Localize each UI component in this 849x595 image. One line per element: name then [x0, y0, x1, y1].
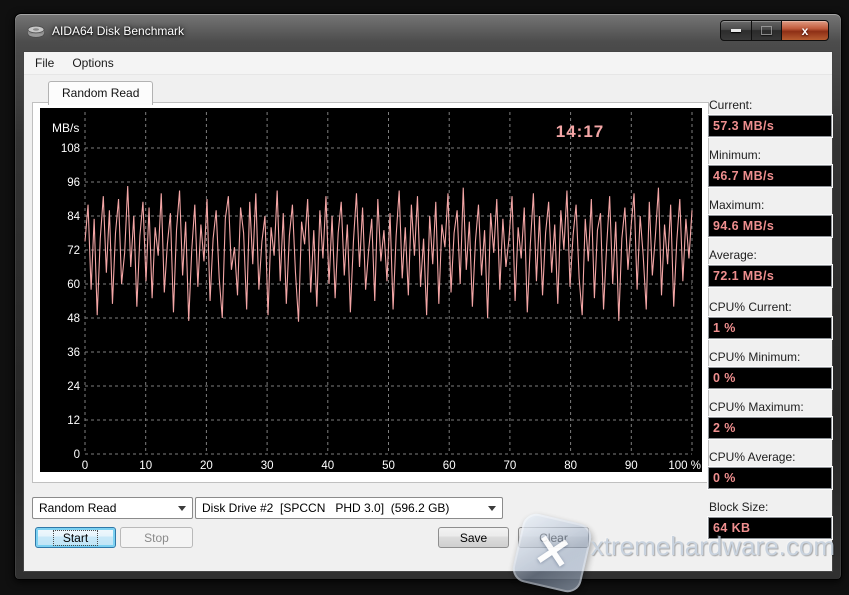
svg-text:MB/s: MB/s [52, 121, 79, 135]
svg-text:80: 80 [564, 460, 577, 472]
stat-label: CPU% Average: [709, 450, 832, 464]
desktop-background: AIDA64 Disk Benchmark x File Options Ran… [0, 0, 849, 592]
stat-value-box: 1 % [708, 317, 832, 339]
stat-row: CPU% Maximum: 2 % [708, 400, 832, 439]
svg-text:90: 90 [625, 460, 638, 472]
svg-text:14:17: 14:17 [556, 122, 604, 141]
close-button[interactable]: x [781, 20, 829, 41]
title-group: AIDA64 Disk Benchmark [27, 24, 184, 38]
clear-button[interactable]: Clear [518, 527, 589, 548]
stat-row: Block Size: 64 KB [708, 500, 832, 539]
svg-text:36: 36 [67, 347, 80, 359]
stat-value-box: 2 % [708, 417, 832, 439]
svg-text:10: 10 [139, 460, 152, 472]
stat-label: Block Size: [709, 500, 832, 514]
window-title: AIDA64 Disk Benchmark [52, 24, 184, 38]
chevron-down-icon [488, 506, 496, 511]
stat-row: CPU% Minimum: 0 % [708, 350, 832, 389]
stats-panel: Current: 57.3 MB/s Minimum: 46.7 MB/s Maximu… [708, 98, 832, 550]
stat-value: 64 KB [709, 521, 750, 535]
svg-text:100 %: 100 % [668, 460, 701, 472]
stat-value-box: 0 % [708, 367, 832, 389]
stat-value: 57.3 MB/s [709, 119, 774, 133]
start-button-label: Start [53, 530, 98, 546]
stat-value-box: 0 % [708, 467, 832, 489]
svg-text:108: 108 [61, 143, 80, 155]
tab-strip: Random Read [48, 81, 153, 103]
benchmark-type-select[interactable]: Random Read [32, 497, 193, 519]
stat-value: 72.1 MB/s [709, 269, 774, 283]
close-icon: x [802, 25, 809, 37]
maximize-button[interactable] [751, 20, 782, 41]
stat-value: 94.6 MB/s [709, 219, 774, 233]
stop-button-label: Stop [144, 531, 169, 545]
stat-row: CPU% Current: 1 % [708, 300, 832, 339]
stat-row: CPU% Average: 0 % [708, 450, 832, 489]
stat-value-box: 46.7 MB/s [708, 165, 832, 187]
stat-label: Average: [709, 248, 832, 262]
stat-row: Maximum: 94.6 MB/s [708, 198, 832, 237]
save-button[interactable]: Save [438, 527, 509, 548]
benchmark-chart-panel: 0 12 24 36 48 60 72 84 96 108 0 10 20 30 40 50 60 70 80 90 1… [32, 102, 709, 483]
stat-row: Average: 72.1 MB/s [708, 248, 832, 287]
svg-text:20: 20 [200, 460, 213, 472]
svg-text:50: 50 [382, 460, 395, 472]
minimize-icon [731, 29, 741, 32]
chevron-down-icon [178, 506, 186, 511]
stat-label: CPU% Current: [709, 300, 832, 314]
stat-value-box: 57.3 MB/s [708, 115, 832, 137]
stat-value-box: 72.1 MB/s [708, 265, 832, 287]
svg-text:72: 72 [67, 245, 80, 257]
stat-value-box: 94.6 MB/s [708, 215, 832, 237]
stat-label: Current: [709, 98, 832, 112]
drive-select[interactable]: Disk Drive #2 [SPCCN PHD 3.0] (596.2 GB) [195, 497, 503, 519]
stat-value-box: 64 KB [708, 517, 832, 539]
drive-select-value: Disk Drive #2 [SPCCN PHD 3.0] (596.2 GB) [202, 501, 449, 515]
svg-text:0: 0 [82, 460, 88, 472]
svg-text:96: 96 [67, 177, 80, 189]
hard-disk-icon [27, 25, 45, 38]
stat-label: Minimum: [709, 148, 832, 162]
stat-value: 0 % [709, 371, 736, 385]
stat-label: CPU% Minimum: [709, 350, 832, 364]
stop-button[interactable]: Stop [120, 527, 193, 548]
svg-text:48: 48 [67, 313, 80, 325]
client-area: File Options Random Read 0 12 24 36 48 60 72 84… [23, 51, 833, 572]
benchmark-type-value: Random Read [39, 501, 116, 515]
stat-label: Maximum: [709, 198, 832, 212]
maximize-icon [761, 26, 772, 35]
tab-random-read[interactable]: Random Read [48, 81, 153, 105]
menu-file[interactable]: File [26, 53, 63, 73]
svg-text:40: 40 [321, 460, 334, 472]
throughput-chart: 0 12 24 36 48 60 72 84 96 108 0 10 20 30 40 50 60 70 80 90 1… [40, 108, 702, 472]
app-window: AIDA64 Disk Benchmark x File Options Ran… [14, 13, 842, 580]
svg-text:60: 60 [443, 460, 456, 472]
stat-value: 2 % [709, 421, 736, 435]
start-button[interactable]: Start [35, 527, 116, 548]
stat-value: 0 % [709, 471, 736, 485]
window-controls: x [720, 20, 829, 41]
svg-text:12: 12 [67, 415, 80, 427]
stat-row: Minimum: 46.7 MB/s [708, 148, 832, 187]
svg-text:30: 30 [261, 460, 274, 472]
title-bar[interactable]: AIDA64 Disk Benchmark x [15, 14, 841, 51]
stat-row: Current: 57.3 MB/s [708, 98, 832, 137]
svg-text:24: 24 [67, 381, 80, 393]
svg-text:0: 0 [74, 449, 80, 461]
stat-value: 1 % [709, 321, 736, 335]
stat-label: CPU% Maximum: [709, 400, 832, 414]
clear-button-label: Clear [539, 531, 568, 545]
svg-text:84: 84 [67, 211, 80, 223]
stat-value: 46.7 MB/s [709, 169, 774, 183]
menu-bar: File Options [24, 52, 832, 75]
save-button-label: Save [460, 531, 487, 545]
menu-options[interactable]: Options [63, 53, 122, 73]
svg-text:70: 70 [504, 460, 517, 472]
minimize-button[interactable] [720, 20, 752, 41]
svg-text:60: 60 [67, 279, 80, 291]
